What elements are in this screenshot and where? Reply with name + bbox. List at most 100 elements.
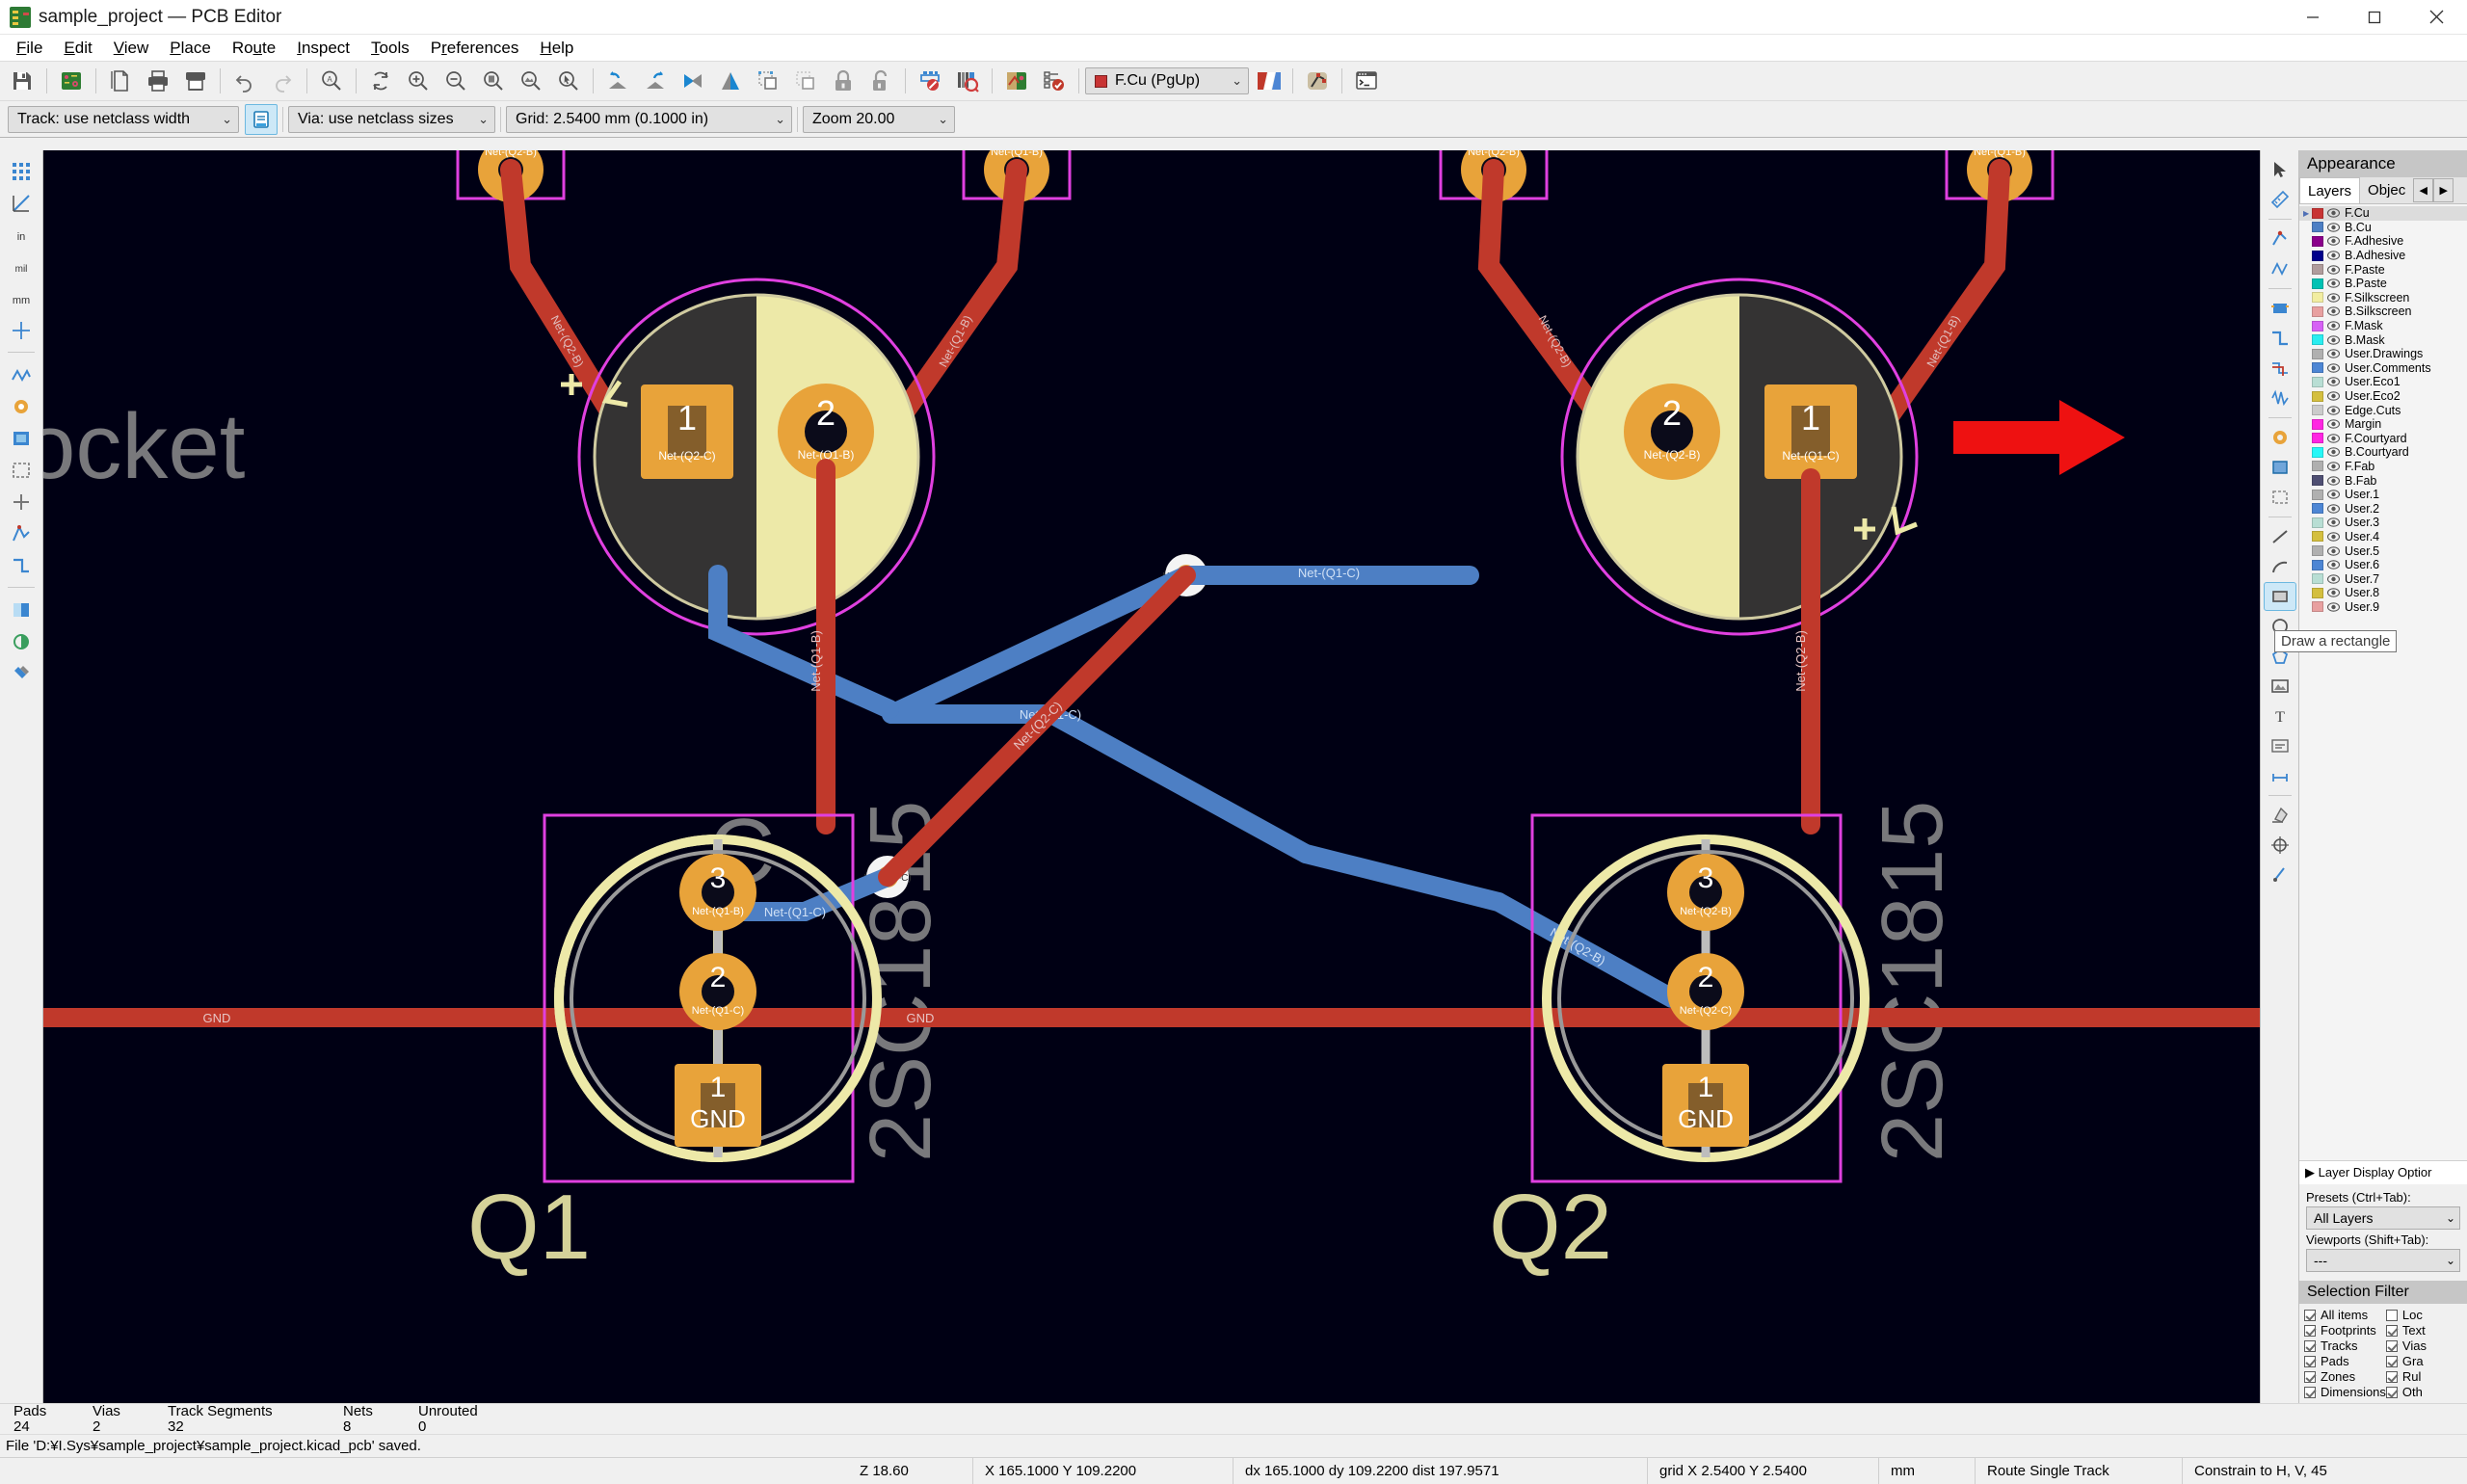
layer-color-swatch[interactable] <box>2312 390 2323 402</box>
place-footprint-tool[interactable] <box>2264 294 2296 323</box>
track-width-edit-button[interactable] <box>245 103 278 135</box>
add-image-tool[interactable] <box>2264 672 2296 701</box>
layer-row-user-eco1[interactable]: User.Eco1 <box>2299 375 2467 389</box>
eye-visibility-icon[interactable] <box>2327 560 2341 570</box>
checkbox-icon[interactable] <box>2385 1309 2398 1321</box>
net-highlight-button[interactable] <box>1299 63 1336 99</box>
eye-visibility-icon[interactable] <box>2327 377 2341 387</box>
layer-color-swatch[interactable] <box>2312 222 2323 233</box>
footprint-library-button[interactable] <box>949 63 986 99</box>
layer-row-user-5[interactable]: User.5 <box>2299 543 2467 558</box>
menu-preferences[interactable]: Preferences <box>420 37 530 60</box>
maximize-button[interactable] <box>2344 0 2405 35</box>
layer-row-user-4[interactable]: User.4 <box>2299 530 2467 544</box>
checkbox-icon[interactable] <box>2385 1339 2398 1352</box>
minimize-button[interactable] <box>2282 0 2344 35</box>
contrast-mode-button[interactable] <box>3 595 40 624</box>
layer-color-swatch[interactable] <box>2312 320 2323 331</box>
menu-help[interactable]: Help <box>529 37 584 60</box>
route-track-tool[interactable] <box>2264 324 2296 353</box>
active-layer-select[interactable]: F.Cu (PgUp) ⌄ <box>1085 67 1249 94</box>
zone-outline-button[interactable] <box>3 455 40 485</box>
selection-filter-vias[interactable]: Vias <box>2385 1338 2462 1353</box>
zoom-select-button[interactable] <box>550 63 587 99</box>
local-ratsnest-tool[interactable] <box>2264 254 2296 283</box>
layer-row-b-mask[interactable]: B.Mask <box>2299 332 2467 347</box>
delete-tool[interactable] <box>2264 801 2296 830</box>
selection-filter-loc[interactable]: Loc <box>2385 1308 2462 1322</box>
units-mils-button[interactable]: mil <box>3 252 40 281</box>
layer-row-user-2[interactable]: User.2 <box>2299 501 2467 516</box>
highlight-net-tool[interactable] <box>2264 225 2296 253</box>
eye-visibility-icon[interactable] <box>2327 293 2341 303</box>
units-mm-button[interactable]: mm <box>3 283 40 313</box>
close-button[interactable] <box>2405 0 2467 35</box>
eye-visibility-icon[interactable] <box>2327 251 2341 260</box>
unlock-button[interactable] <box>862 63 899 99</box>
units-inches-button[interactable]: in <box>3 220 40 250</box>
eye-visibility-icon[interactable] <box>2327 588 2341 598</box>
checkbox-icon[interactable] <box>2304 1309 2316 1321</box>
eye-visibility-icon[interactable] <box>2327 306 2341 317</box>
print-button[interactable] <box>140 63 176 99</box>
eye-visibility-icon[interactable] <box>2327 545 2341 556</box>
layer-row-f-paste[interactable]: F.Paste <box>2299 262 2467 277</box>
track-width-select[interactable]: Track: use netclass width ⌄ <box>8 105 239 133</box>
redo-button[interactable] <box>264 63 301 99</box>
layer-row-b-adhesive[interactable]: B.Adhesive <box>2299 249 2467 263</box>
eye-visibility-icon[interactable] <box>2327 517 2341 528</box>
selection-filter-pads[interactable]: Pads <box>2304 1354 2386 1368</box>
layer-row-user-comments[interactable]: User.Comments <box>2299 361 2467 376</box>
add-zone-tool[interactable] <box>2264 453 2296 482</box>
layer-row-edge-cuts[interactable]: Edge.Cuts <box>2299 403 2467 417</box>
layer-row-user-6[interactable]: User.6 <box>2299 558 2467 572</box>
layer-color-swatch[interactable] <box>2312 278 2323 289</box>
layer-color-swatch[interactable] <box>2312 362 2323 374</box>
eye-visibility-icon[interactable] <box>2327 490 2341 499</box>
eye-visibility-icon[interactable] <box>2327 391 2341 401</box>
cursor-full-window-button[interactable] <box>3 315 40 345</box>
tab-objects[interactable]: Objec <box>2360 177 2413 203</box>
checkbox-icon[interactable] <box>2304 1370 2316 1383</box>
plot-button[interactable] <box>177 63 214 99</box>
selection-filter-zones[interactable]: Zones <box>2304 1369 2386 1384</box>
add-dimension-tool[interactable] <box>2264 761 2296 790</box>
rotate-cw-button[interactable] <box>637 63 674 99</box>
eye-visibility-icon[interactable] <box>2327 334 2341 345</box>
eye-visibility-icon[interactable] <box>2327 264 2341 275</box>
checkbox-icon[interactable] <box>2385 1355 2398 1367</box>
page-settings-button[interactable] <box>102 63 139 99</box>
eye-visibility-icon[interactable] <box>2327 208 2341 219</box>
checkbox-icon[interactable] <box>2304 1355 2316 1367</box>
checkbox-icon[interactable] <box>2385 1386 2398 1398</box>
layer-color-swatch[interactable] <box>2312 587 2323 598</box>
layer-color-swatch[interactable] <box>2312 334 2323 346</box>
selection-filter-tracks[interactable]: Tracks <box>2304 1338 2386 1353</box>
track-sketch-button[interactable] <box>3 550 40 580</box>
viewports-select[interactable]: --- ⌄ <box>2306 1249 2460 1272</box>
menu-file[interactable]: File <box>6 37 53 60</box>
layer-color-swatch[interactable] <box>2312 489 2323 500</box>
layer-row-b-fab[interactable]: B.Fab <box>2299 473 2467 488</box>
layer-color-swatch[interactable] <box>2312 503 2323 515</box>
layer-row-b-silkscreen[interactable]: B.Silkscreen <box>2299 305 2467 319</box>
tab-scroll-prev-button[interactable]: ◀ <box>2413 178 2434 202</box>
zoom-out-button[interactable] <box>438 63 474 99</box>
selection-filter-all-items[interactable]: All items <box>2304 1308 2386 1322</box>
layer-pair-button[interactable] <box>1250 63 1287 99</box>
add-text-tool[interactable]: T <box>2264 702 2296 730</box>
layer-color-swatch[interactable] <box>2312 531 2323 543</box>
eye-visibility-icon[interactable] <box>2327 602 2341 612</box>
checkbox-icon[interactable] <box>2304 1324 2316 1337</box>
ratsnest-toggle-button[interactable] <box>3 359 40 389</box>
via-sketch-button[interactable] <box>3 518 40 548</box>
zoom-fit-objects-button[interactable] <box>513 63 549 99</box>
zone-filled-button[interactable] <box>3 423 40 453</box>
layer-color-swatch[interactable] <box>2312 264 2323 276</box>
undo-button[interactable] <box>226 63 263 99</box>
layer-row-f-mask[interactable]: F.Mask <box>2299 319 2467 333</box>
layer-row-user-9[interactable]: User.9 <box>2299 600 2467 615</box>
layer-color-swatch[interactable] <box>2312 545 2323 557</box>
presets-select[interactable]: All Layers ⌄ <box>2306 1206 2460 1230</box>
save-button[interactable] <box>4 63 40 99</box>
